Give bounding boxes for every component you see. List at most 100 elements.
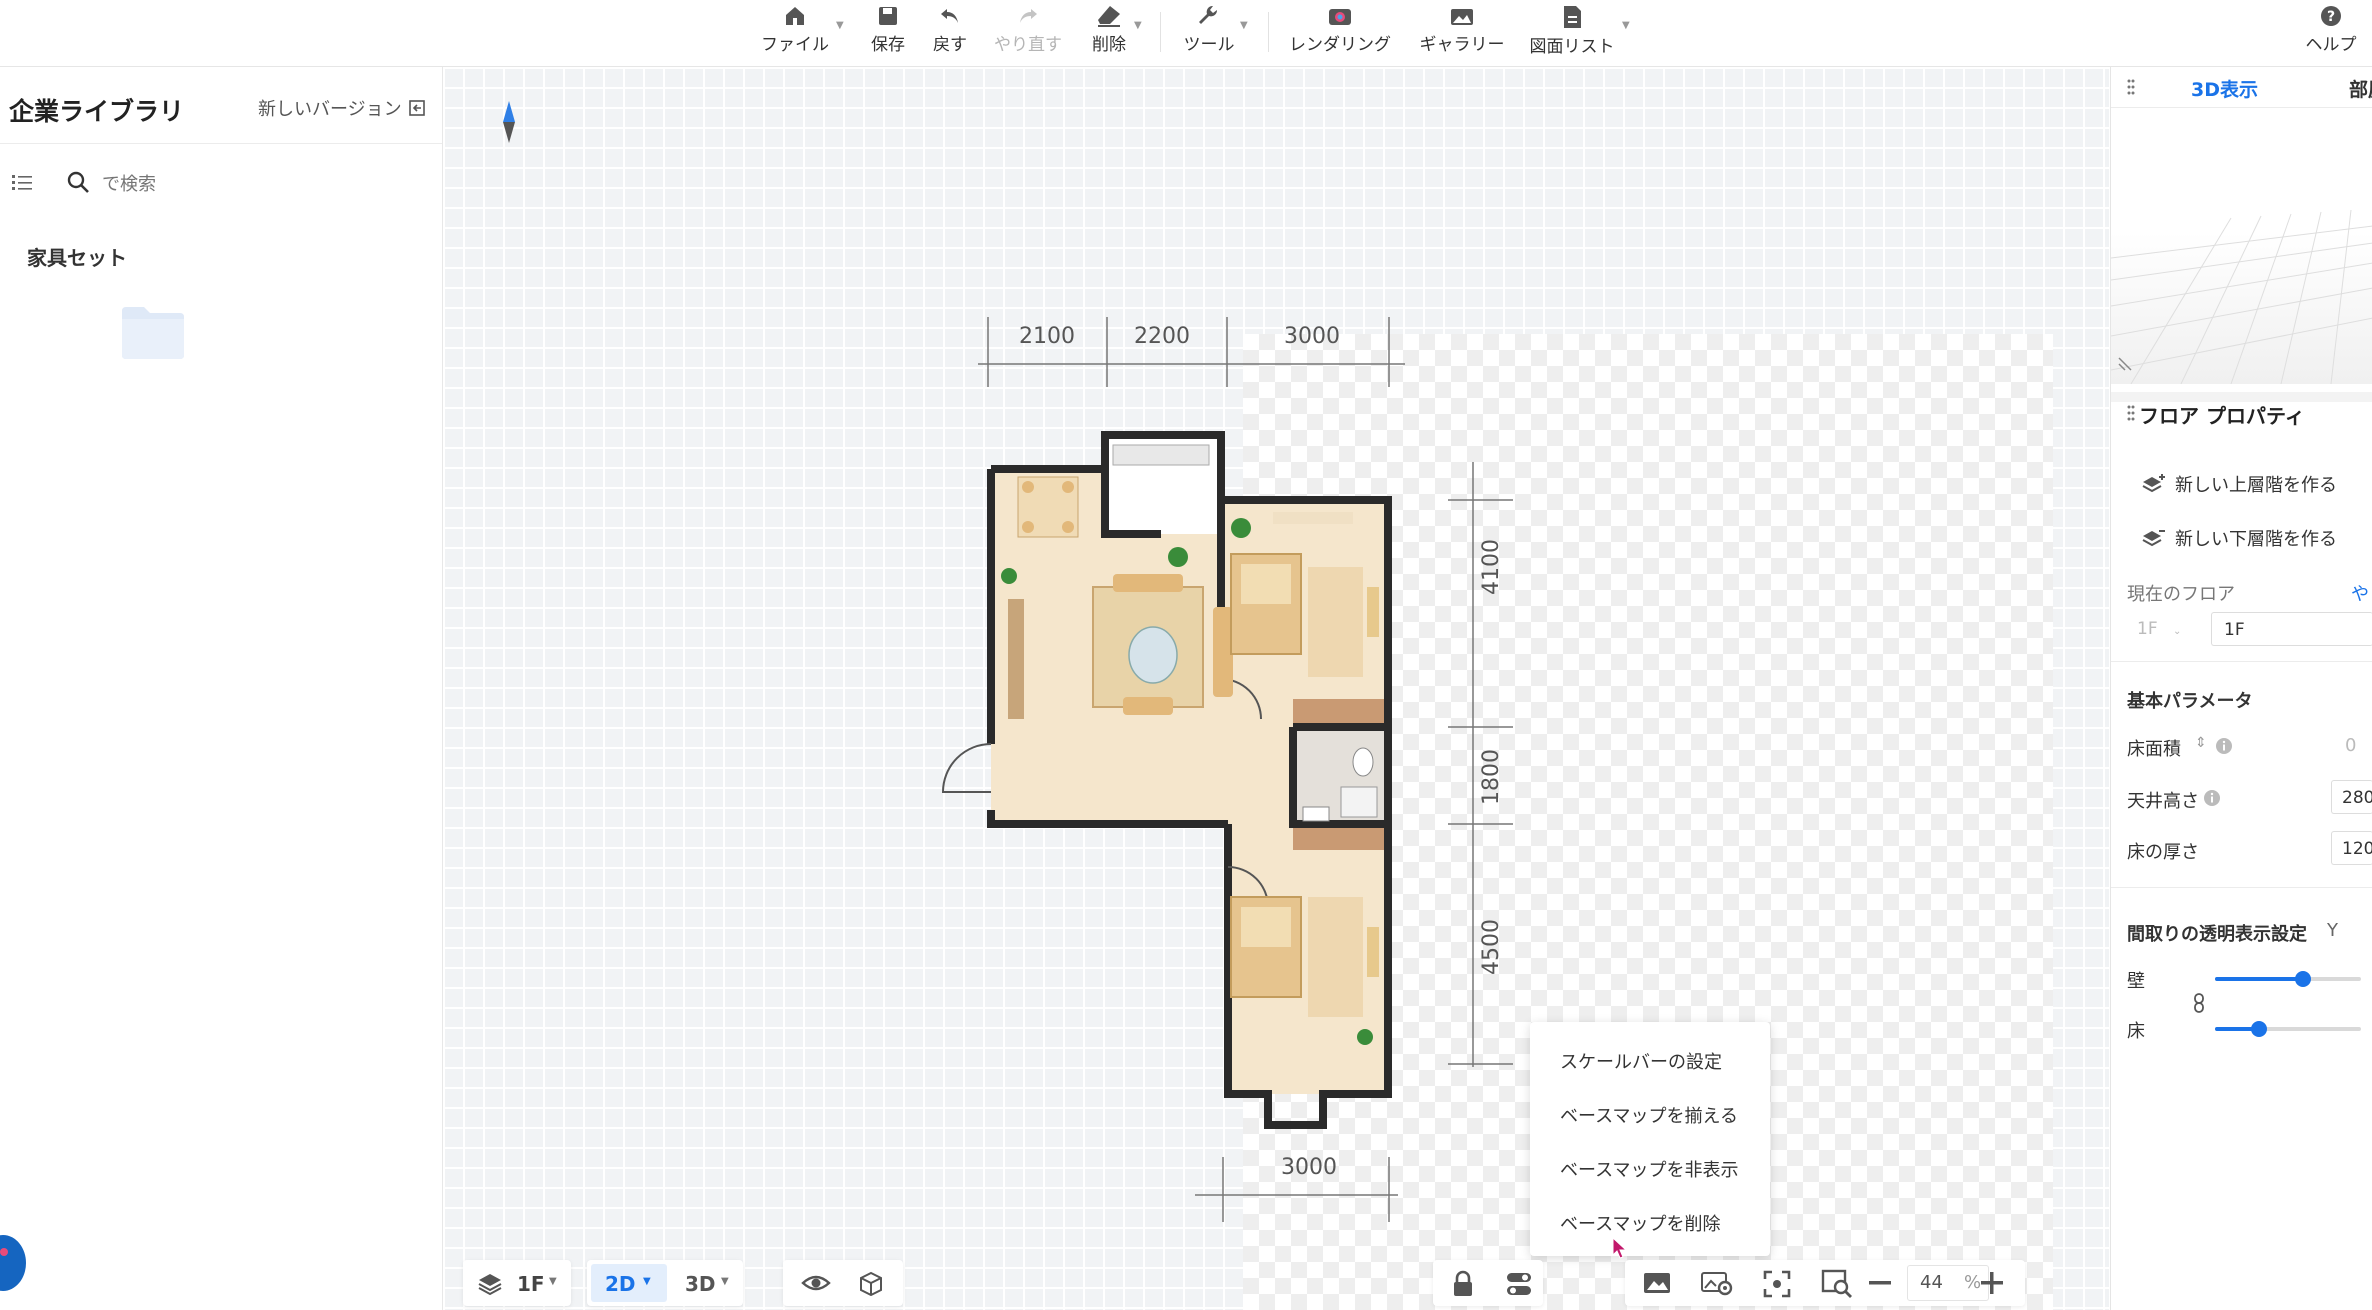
dimension-label: 4100	[1479, 539, 1504, 595]
image-icon[interactable]	[1643, 1272, 1671, 1294]
menu-item-delete-base-map[interactable]: ベースマップを削除	[1560, 1210, 1721, 1236]
floor-slider-handle[interactable]	[2250, 1021, 2267, 1037]
floor-opacity-slider[interactable]	[2215, 1021, 2361, 1037]
dimension-label: 2200	[1134, 324, 1190, 349]
create-lower-floor-label: 新しい下層階を作る	[2175, 529, 2337, 550]
search-input[interactable]	[100, 167, 424, 201]
zoom-unit: %	[1964, 1272, 1982, 1293]
zoom-in-icon[interactable]	[1981, 1272, 2003, 1294]
ceiling-height-input[interactable]: 280	[2331, 780, 2372, 814]
floor-name-input[interactable]: 1F	[2211, 612, 2372, 646]
redo-button[interactable]: やり直す	[990, 0, 1066, 64]
floor-prefix-caret: ⌄	[2173, 626, 2182, 637]
tab-3d-view[interactable]: 3D表示	[2191, 75, 2258, 102]
gallery-label: ギャラリー	[1419, 35, 1505, 55]
tools-dropdown-caret[interactable]: ▼	[1240, 20, 1248, 31]
undo-icon	[941, 9, 958, 23]
list-icon[interactable]	[12, 173, 34, 193]
floor-properties-title: フロア プロパティ	[2139, 404, 2305, 428]
create-lower-floor-button[interactable]: 新しい下層階を作る	[2141, 525, 2337, 551]
drawing-list-dropdown-caret[interactable]: ▼	[1622, 20, 1630, 31]
transparency-title: 間取りの透明表示設定	[2127, 924, 2307, 945]
new-version-link[interactable]: 新しいバージョン	[258, 95, 426, 121]
top-toolbar: ファイル ▼ 保存 戻す やり直す 削除 ▼ ツール ▼ レンダリング ギャラリ…	[0, 0, 2372, 67]
floor-plan[interactable]	[443, 67, 2109, 1310]
mode-3d-button[interactable]: 3D ▼	[669, 1264, 739, 1302]
delete-dropdown-caret[interactable]: ▼	[1134, 20, 1142, 31]
save-button[interactable]: 保存	[860, 0, 916, 64]
base-map-context-menu: スケールバーの設定 ベースマップを揃える ベースマップを非表示 ベースマップを削…	[1530, 1022, 1770, 1256]
menu-item-align-base-map[interactable]: ベースマップを揃える	[1560, 1102, 1738, 1128]
visibility-tools	[783, 1260, 903, 1306]
notification-dot	[0, 1248, 8, 1256]
document-icon	[1564, 6, 1581, 28]
delete-label: 削除	[1092, 35, 1126, 55]
search-icon[interactable]	[66, 170, 90, 194]
image-settings-icon[interactable]	[1701, 1270, 1733, 1296]
wall-slider-handle[interactable]	[2294, 971, 2311, 987]
dimension-label: 2100	[1019, 324, 1075, 349]
lock-icon[interactable]	[1451, 1270, 1475, 1298]
swap-icon[interactable]: ⇕	[2195, 735, 2207, 751]
toolbar-divider	[1268, 12, 1269, 52]
floor-value: 1F	[517, 1272, 545, 1296]
wall-opacity-slider[interactable]	[2215, 971, 2361, 987]
menu-item-hide-base-map[interactable]: ベースマップを非表示	[1560, 1156, 1739, 1182]
delete-button[interactable]: 削除	[1082, 0, 1136, 64]
zoom-fit-icon[interactable]	[1821, 1269, 1853, 1299]
help-label: ヘルプ	[2305, 35, 2357, 55]
folder-icon[interactable]	[120, 305, 186, 361]
cube-icon[interactable]	[857, 1270, 885, 1296]
zoom-out-icon[interactable]	[1869, 1281, 1891, 1285]
redo-label: やり直す	[994, 35, 1062, 55]
link-icon[interactable]	[2193, 993, 2205, 1013]
info-icon[interactable]	[2203, 789, 2221, 807]
info-icon[interactable]	[2215, 737, 2233, 755]
divider	[0, 143, 442, 144]
wall-label: 壁	[2127, 971, 2145, 992]
floor-thickness-label: 床の厚さ	[2127, 842, 2199, 863]
divider	[2111, 661, 2372, 662]
current-floor-action[interactable]: や	[2351, 580, 2369, 606]
file-dropdown-caret[interactable]: ▼	[836, 20, 844, 31]
undo-button[interactable]: 戻す	[922, 0, 978, 64]
layers-icon	[478, 1274, 502, 1296]
wrench-icon	[1199, 5, 1218, 24]
properties-panel: 3D表示 部屋 フロア プロパティ 新しい上層階を作る 新しい下層階を作る 現在…	[2110, 67, 2372, 1310]
divider	[2111, 887, 2372, 888]
mode-2d-caret: ▼	[643, 1276, 651, 1287]
eraser-icon	[1098, 6, 1120, 27]
floor-selector[interactable]: 1F ▼	[463, 1260, 571, 1306]
menu-item-scale-bar-settings[interactable]: スケールバーの設定	[1560, 1048, 1722, 1074]
floor-prefix-select[interactable]: 1F ⌄	[2127, 612, 2187, 646]
zoom-input[interactable]: 44 %	[1907, 1265, 1989, 1301]
tools-button[interactable]: ツール	[1176, 0, 1242, 64]
mode-2d-button[interactable]: 2D ▼	[591, 1264, 667, 1302]
create-upper-floor-button[interactable]: 新しい上層階を作る	[2141, 471, 2337, 497]
floor-thickness-input[interactable]: 120	[2331, 831, 2372, 865]
drawing-list-label: 図面リスト	[1529, 37, 1615, 57]
drag-handle-icon[interactable]	[2127, 405, 2135, 421]
home-icon	[786, 7, 804, 25]
focus-icon[interactable]	[1763, 1270, 1791, 1298]
drag-handle-icon[interactable]	[2127, 79, 2135, 95]
eye-icon[interactable]	[801, 1271, 831, 1295]
file-button[interactable]: ファイル	[758, 0, 832, 64]
3d-grid	[2111, 209, 2372, 384]
floor-area-label: 床面積	[2127, 739, 2181, 760]
toggle-settings-icon[interactable]	[1505, 1271, 1533, 1297]
rendering-button[interactable]: レンダリング	[1288, 0, 1392, 64]
design-canvas[interactable]: 2100 2200 3000 4100 1800 4500 3000 スケールバ…	[443, 67, 2109, 1310]
mode-3d-caret: ▼	[721, 1276, 729, 1287]
gallery-button[interactable]: ギャラリー	[1418, 0, 1506, 64]
drawing-list-button[interactable]: 図面リスト	[1528, 0, 1616, 64]
section-title: 家具セット	[27, 246, 127, 270]
svg-text:?: ?	[2327, 9, 2335, 25]
help-button[interactable]: ? ヘルプ	[2300, 0, 2362, 64]
tools-label: ツール	[1183, 35, 1235, 55]
dimension-label: 3000	[1281, 1155, 1337, 1180]
resize-handle-icon[interactable]	[2117, 356, 2133, 372]
tab-room[interactable]: 部屋	[2349, 75, 2372, 102]
3d-preview[interactable]	[2111, 108, 2372, 384]
redo-icon	[1020, 9, 1037, 23]
